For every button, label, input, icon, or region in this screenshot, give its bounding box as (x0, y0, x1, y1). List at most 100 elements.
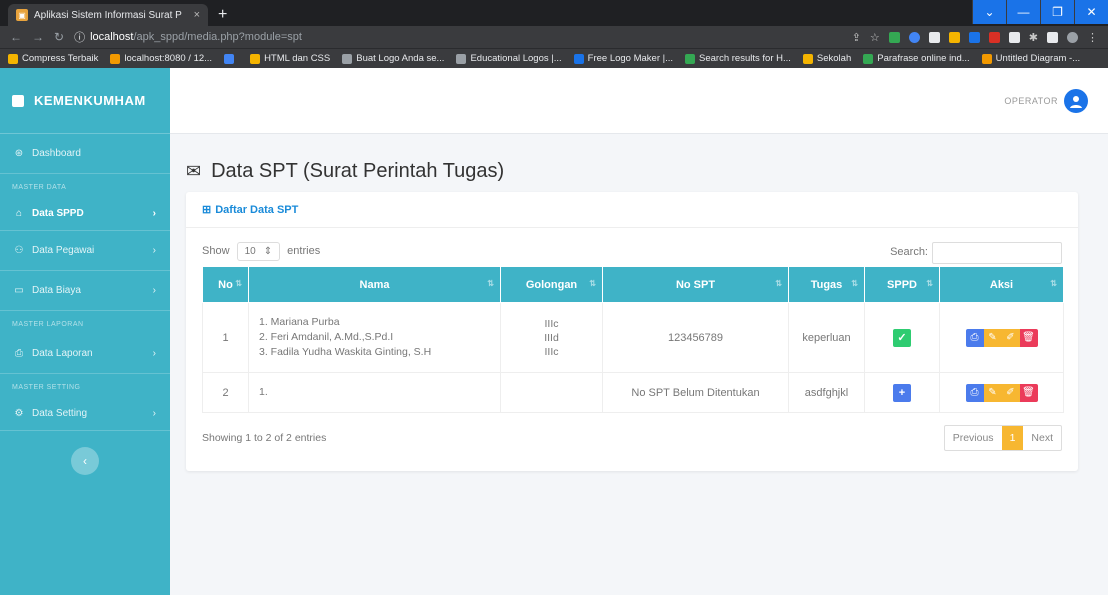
entries-select[interactable]: 10 ⇕ (236, 242, 281, 261)
column-header-no[interactable]: No ⇅ (202, 266, 249, 303)
bookmark-item[interactable]: Sekolah (802, 53, 851, 64)
page-header: ✉ Data SPT (Surat Perintah Tugas) (170, 134, 1108, 190)
tab-close-icon[interactable]: × (194, 9, 200, 21)
cell-no-spt: 123456789 (602, 302, 789, 373)
browser-tab[interactable]: ▣ Aplikasi Sistem Informasi Surat P × (8, 4, 208, 26)
bookmark-item[interactable]: Free Logo Maker |... (573, 53, 673, 64)
delete-button[interactable]: 🗑 (1019, 383, 1038, 402)
user-avatar-icon[interactable] (1064, 88, 1088, 113)
delete-button[interactable]: 🗑 (1019, 328, 1038, 347)
url-field[interactable]: ⓘ localhost/apk_sppd/media.php?module=sp… (74, 29, 842, 45)
extension-icon[interactable] (948, 31, 960, 43)
tab-search-icon[interactable]: ⌄ (972, 0, 1006, 24)
sidebar-item-data-setting[interactable]: ⚙ Data Setting › (0, 397, 170, 431)
sort-icon: ⇅ (775, 279, 782, 288)
print-button[interactable]: ⎙ (965, 328, 984, 347)
back-icon[interactable]: ← (10, 30, 22, 44)
print-icon: ⎙ (15, 348, 23, 359)
bookmark-icon (250, 53, 261, 64)
bookmark-item[interactable]: localhost:8080 / 12... (110, 53, 212, 64)
previous-button[interactable]: Previous (945, 426, 1002, 450)
edit-button[interactable]: ✎ (983, 383, 1002, 402)
nama-item: 1. (259, 386, 268, 398)
extension-icon[interactable] (1008, 31, 1020, 43)
bookmark-item[interactable]: Parafrase online ind... (863, 53, 970, 64)
app: KEMENKUMHAM ⊛ Dashboard MASTER DATA ⌂ Da… (0, 68, 1108, 595)
puzzle-icon[interactable]: ✱ (1029, 31, 1038, 44)
column-header-sppd[interactable]: SPPD ⇅ (864, 266, 940, 303)
minimize-icon[interactable]: — (1006, 0, 1040, 24)
column-header-tugas[interactable]: Tugas ⇅ (788, 266, 865, 303)
sidebar-collapse-button[interactable]: ‹ (71, 447, 99, 475)
brand-logo-icon (12, 94, 24, 107)
bookmark-item[interactable]: Educational Logos |... (456, 53, 562, 64)
sort-icon: ⇅ (487, 279, 494, 288)
extension-icon[interactable] (928, 31, 940, 43)
pencil-button[interactable]: ✐ (1001, 383, 1020, 402)
extension-icon[interactable] (988, 31, 1000, 43)
sidebar-item-data-sppd[interactable]: ⌂ Data SPPD › (0, 197, 170, 231)
chevron-right-icon: › (152, 348, 156, 359)
extension-icon[interactable] (908, 31, 920, 43)
column-header-no-spt[interactable]: No SPT ⇅ (602, 266, 789, 303)
bookmark-icon (456, 53, 467, 64)
sidepanel-icon[interactable] (1047, 31, 1058, 43)
bookmark-item[interactable]: Untitled Diagram -... (981, 53, 1080, 64)
search-input[interactable] (932, 242, 1062, 264)
bookmark-star-icon[interactable]: ☆ (870, 31, 880, 44)
show-label: Show (202, 245, 230, 257)
sidebar-item-data-pegawai[interactable]: ⚇ Data Pegawai › (0, 231, 170, 271)
column-header-nama[interactable]: Nama ⇅ (248, 266, 501, 303)
bookmark-label: Search results for H... (699, 53, 791, 64)
cell-aksi: ⎙ ✎ ✐ 🗑 (939, 372, 1064, 413)
extensions-bar: ⇪ ☆ ✱ ⋮ (852, 31, 1098, 44)
bookmark-label: localhost:8080 / 12... (124, 53, 213, 64)
entries-label: entries (287, 245, 321, 257)
nama-item: 3. Fadila Yudha Waskita Ginting, S.H (259, 346, 432, 358)
sidebar-item-label: Data Pegawai (32, 245, 95, 256)
sidebar-item-label: Data SPPD (32, 208, 84, 219)
close-window-icon[interactable]: ✕ (1074, 0, 1108, 24)
reload-icon[interactable]: ↻ (54, 30, 64, 44)
sidebar-item-data-laporan[interactable]: ⎙ Data Laporan › (0, 334, 170, 374)
profile-icon[interactable] (1067, 31, 1078, 43)
menu-kebab-icon[interactable]: ⋮ (1087, 31, 1098, 44)
next-button[interactable]: Next (1023, 426, 1061, 450)
share-icon[interactable]: ⇪ (852, 31, 861, 44)
sort-icon: ⇅ (1050, 279, 1057, 288)
extension-icon[interactable] (888, 31, 900, 43)
brand[interactable]: KEMENKUMHAM (0, 68, 170, 134)
cell-sppd: ✓ (864, 302, 940, 373)
sidebar-item-dashboard[interactable]: ⊛ Dashboard (0, 134, 170, 174)
bookmark-item[interactable]: Compress Terbaik (8, 53, 98, 64)
pencil-button[interactable]: ✐ (1001, 328, 1020, 347)
section-label: MASTER SETTING (12, 384, 81, 391)
bookmark-icon (981, 53, 992, 64)
info-icon[interactable]: ⓘ (74, 29, 85, 45)
bookmark-item[interactable]: HTML dan CSS (250, 53, 330, 64)
cell-tugas: keperluan (788, 302, 865, 373)
extension-icon[interactable] (968, 31, 980, 43)
bookmark-item[interactable]: Buat Logo Anda se... (342, 53, 444, 64)
column-header-aksi[interactable]: Aksi ⇅ (939, 266, 1064, 303)
edit-button[interactable]: ✎ (983, 328, 1002, 347)
bookmark-item[interactable] (224, 53, 238, 64)
user-role[interactable]: OPERATOR (1004, 96, 1058, 106)
gear-icon: ⚙ (14, 408, 24, 419)
sidebar-item-data-biaya[interactable]: ▭ Data Biaya › (0, 271, 170, 311)
bookmark-icon (802, 53, 813, 64)
add-icon[interactable]: + (893, 383, 911, 402)
new-tab-button[interactable]: + (218, 6, 227, 24)
bookmark-label: HTML dan CSS (264, 53, 331, 64)
page-button[interactable]: 1 (1001, 426, 1024, 450)
cell-sppd: + (864, 372, 940, 413)
cell-tugas: asdfghjkl (788, 372, 865, 413)
column-header-golongan[interactable]: Golongan ⇅ (500, 266, 603, 303)
print-button[interactable]: ⎙ (965, 383, 984, 402)
check-icon[interactable]: ✓ (893, 328, 911, 347)
forward-icon[interactable]: → (32, 30, 44, 44)
bookmark-item[interactable]: Search results for H... (685, 53, 791, 64)
brand-name: KEMENKUMHAM (34, 93, 146, 108)
restore-icon[interactable]: ❐ (1040, 0, 1074, 24)
chevron-right-icon: › (152, 408, 156, 419)
